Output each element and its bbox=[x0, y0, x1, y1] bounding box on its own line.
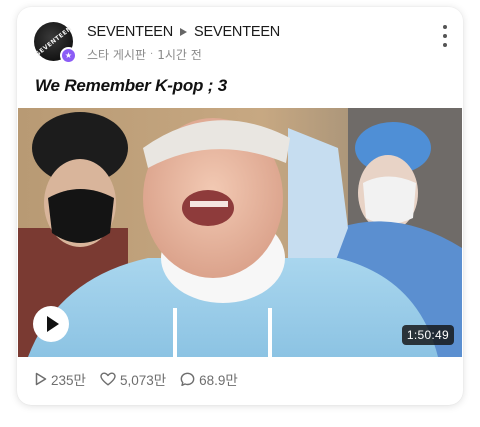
post-title[interactable]: We Remember K-pop ; 3 bbox=[35, 76, 227, 96]
board-name[interactable]: 스타 게시판 bbox=[87, 46, 146, 63]
post-meta: 스타 게시판 · 1시간 전 bbox=[87, 46, 202, 63]
post-stats: 235만 5,073만 68.9만 bbox=[35, 369, 238, 389]
video-player[interactable]: 1:50:49 bbox=[18, 108, 462, 357]
meta-separator: · bbox=[150, 49, 154, 60]
comment-bubble-icon bbox=[180, 372, 195, 386]
heart-icon bbox=[100, 372, 116, 386]
star-badge-icon: ★ bbox=[60, 47, 77, 64]
video-thumbnail bbox=[18, 108, 462, 357]
plays-stat: 235만 bbox=[35, 369, 86, 389]
comments-count: 68.9만 bbox=[199, 373, 238, 388]
post-card[interactable]: SEVENTEEN ★ SEVENTEEN SEVENTEEN 스타 게시판 ·… bbox=[17, 7, 463, 405]
play-outline-icon bbox=[35, 372, 47, 386]
channel-avatar[interactable]: SEVENTEEN ★ bbox=[34, 22, 77, 64]
more-vert-icon[interactable] bbox=[441, 25, 449, 47]
likes-stat[interactable]: 5,073만 bbox=[100, 369, 166, 389]
plays-count: 235만 bbox=[51, 373, 86, 388]
video-duration: 1:50:49 bbox=[401, 325, 454, 345]
play-triangle-icon bbox=[46, 316, 59, 332]
channel-breadcrumb: SEVENTEEN SEVENTEEN bbox=[87, 24, 280, 40]
channel-target-name[interactable]: SEVENTEEN bbox=[194, 24, 280, 40]
post-time: 1시간 전 bbox=[157, 48, 202, 62]
likes-count: 5,073만 bbox=[119, 373, 167, 388]
comments-stat[interactable]: 68.9만 bbox=[180, 369, 238, 389]
arrow-right-icon bbox=[180, 28, 188, 36]
play-button[interactable] bbox=[33, 306, 69, 342]
channel-source-name[interactable]: SEVENTEEN bbox=[87, 24, 173, 40]
